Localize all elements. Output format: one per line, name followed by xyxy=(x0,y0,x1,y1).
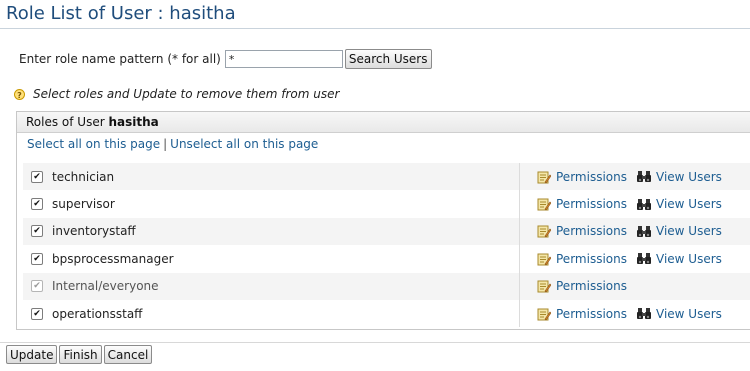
role-checkbox[interactable]: ✔ xyxy=(31,252,43,265)
role-row: ✔ Internal/everyone Permissions xyxy=(23,272,750,300)
action-buttons: Update Finish Cancel xyxy=(6,345,153,364)
view-users-link[interactable]: View Users xyxy=(656,197,722,211)
column-divider xyxy=(519,163,520,191)
roles-panel: Roles of User hasitha Select all on this… xyxy=(16,111,750,330)
binoculars-icon xyxy=(637,198,651,211)
role-row: ✔ bpsprocessmanager Permissions View Users xyxy=(23,245,750,273)
permissions-action[interactable]: Permissions xyxy=(537,190,627,217)
panel-header-user: hasitha xyxy=(108,115,159,129)
edit-permissions-icon xyxy=(537,224,552,238)
permissions-link[interactable]: Permissions xyxy=(556,197,627,211)
permissions-action[interactable]: Permissions xyxy=(537,218,627,245)
view-users-link[interactable]: View Users xyxy=(656,170,722,184)
permissions-link[interactable]: Permissions xyxy=(556,252,627,266)
cancel-button[interactable]: Cancel xyxy=(103,345,153,364)
view-users-link[interactable]: View Users xyxy=(656,307,722,321)
role-checkbox[interactable]: ✔ xyxy=(31,307,43,320)
permissions-action[interactable]: Permissions xyxy=(537,245,627,272)
role-checkbox[interactable]: ✔ xyxy=(31,170,43,183)
view-users-action[interactable]: View Users xyxy=(637,300,722,327)
view-users-action[interactable]: View Users xyxy=(637,190,722,217)
role-row: ✔ technician Permissions View Users xyxy=(23,163,750,191)
view-users-link[interactable]: View Users xyxy=(656,224,722,238)
view-users-action[interactable]: View Users xyxy=(637,245,722,272)
panel-header-prefix: Roles of User xyxy=(26,115,105,129)
help-icon: ? xyxy=(14,88,25,100)
role-checkbox: ✔ xyxy=(31,280,43,293)
permissions-action[interactable]: Permissions xyxy=(537,273,627,300)
hint-row: ? Select roles and Update to remove them… xyxy=(14,87,339,101)
binoculars-icon xyxy=(637,252,651,265)
column-divider xyxy=(519,299,520,328)
edit-permissions-icon xyxy=(537,279,552,293)
role-checkbox[interactable]: ✔ xyxy=(31,225,43,238)
select-links: Select all on this page | Unselect all on … xyxy=(27,137,318,151)
column-divider xyxy=(519,272,520,300)
hint-text: Select roles and Update to remove them f… xyxy=(33,87,340,101)
permissions-action[interactable]: Permissions xyxy=(537,163,627,190)
column-divider xyxy=(519,217,520,246)
permissions-link[interactable]: Permissions xyxy=(556,279,627,293)
finish-button[interactable]: Finish xyxy=(59,345,102,364)
permissions-link[interactable]: Permissions xyxy=(556,307,627,321)
search-label: Enter role name pattern (* for all) xyxy=(19,52,221,66)
page-title: Role List of User : hasitha xyxy=(6,3,236,24)
role-row: ✔ operationsstaff Permissions View Users xyxy=(23,299,750,328)
column-divider xyxy=(519,190,520,218)
update-button[interactable]: Update xyxy=(6,345,58,364)
view-users-link[interactable]: View Users xyxy=(656,252,722,266)
unselect-all-link[interactable]: Unselect all on this page xyxy=(170,137,318,151)
role-name: supervisor xyxy=(52,197,115,212)
role-row: ✔ inventorystaff Permissions View Users xyxy=(23,217,750,246)
role-name: bpsprocessmanager xyxy=(52,251,174,266)
actions-divider xyxy=(0,342,750,343)
permissions-link[interactable]: Permissions xyxy=(556,224,627,238)
binoculars-icon xyxy=(637,307,651,320)
edit-permissions-icon xyxy=(537,252,552,266)
edit-permissions-icon xyxy=(537,197,552,211)
panel-header: Roles of User hasitha xyxy=(17,112,750,133)
role-row: ✔ supervisor Permissions View Users xyxy=(23,190,750,218)
permissions-link[interactable]: Permissions xyxy=(556,170,627,184)
search-row: Enter role name pattern (* for all) Sear… xyxy=(19,48,432,70)
role-checkbox[interactable]: ✔ xyxy=(31,198,43,211)
column-divider xyxy=(519,245,520,273)
view-users-action[interactable]: View Users xyxy=(637,163,722,190)
edit-permissions-icon xyxy=(537,307,552,321)
role-name: technician xyxy=(52,169,115,184)
view-users-action[interactable]: View Users xyxy=(637,218,722,245)
binoculars-icon xyxy=(637,170,651,183)
search-users-button[interactable]: Search Users xyxy=(344,49,432,69)
role-pattern-input[interactable] xyxy=(224,50,343,68)
select-all-link[interactable]: Select all on this page xyxy=(27,137,160,151)
role-name: inventorystaff xyxy=(52,224,136,239)
permissions-action[interactable]: Permissions xyxy=(537,300,627,327)
role-name: Internal/everyone xyxy=(52,279,159,294)
link-separator: | xyxy=(163,137,168,151)
edit-permissions-icon xyxy=(537,170,552,184)
title-divider xyxy=(0,28,750,29)
role-name: operationsstaff xyxy=(52,306,143,321)
binoculars-icon xyxy=(637,225,651,238)
roles-list: ✔ technician Permissions View Users ✔ supervi… xyxy=(23,163,750,328)
